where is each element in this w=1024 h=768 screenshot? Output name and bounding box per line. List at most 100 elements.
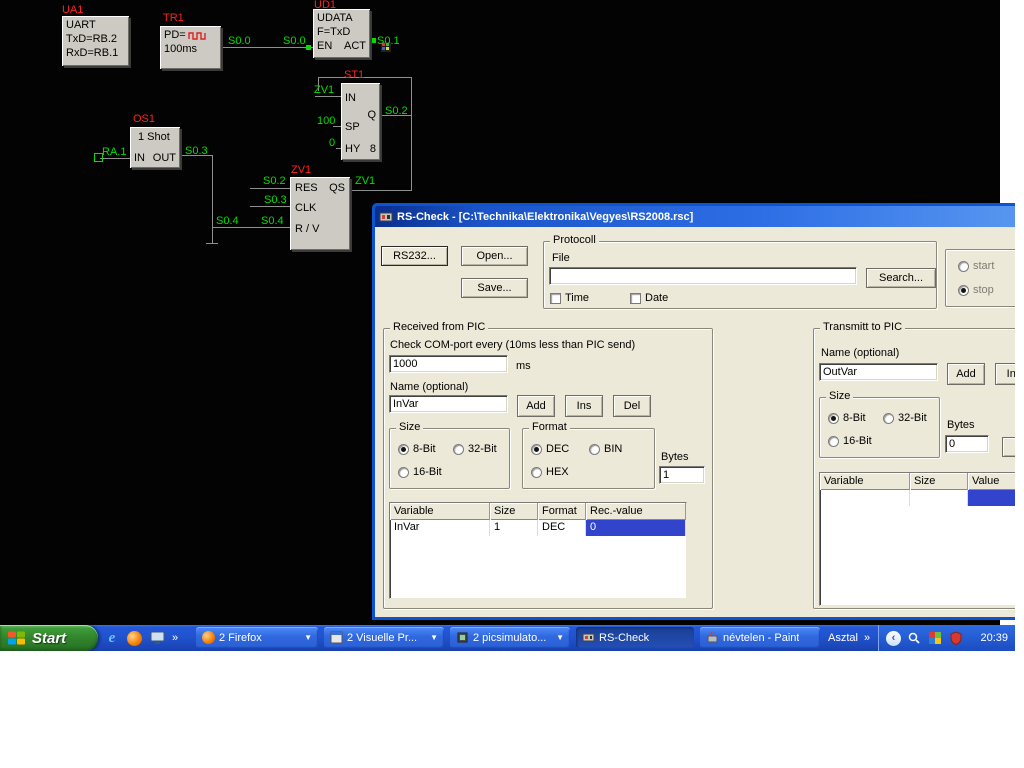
radio-dec[interactable]: DEC	[531, 443, 569, 455]
taskbar-clock[interactable]: 20:39	[980, 632, 1008, 644]
fbd-block-timer[interactable]: PD= 100ms	[160, 26, 221, 69]
radio-16bit[interactable]: 16-Bit	[398, 466, 442, 478]
radio-label: 16-Bit	[413, 466, 442, 478]
group-dropdown-arrow-icon: ▼	[430, 632, 438, 642]
column-header[interactable]: Rec.-value	[586, 503, 686, 520]
quicklaunch-overflow-chevron[interactable]: »	[172, 632, 178, 644]
security-shield-tray-icon[interactable]	[948, 630, 964, 646]
group-legend: Transmitt to PIC	[820, 321, 906, 334]
checkbox-box	[630, 292, 641, 304]
bytes-label: Bytes	[661, 451, 689, 463]
waveform-icon	[188, 30, 206, 41]
cell-variable	[820, 490, 910, 506]
ins-button[interactable]: Ins	[995, 363, 1015, 385]
desktop-toolbar-chevron: »	[863, 632, 871, 644]
hide-icons-chevron[interactable]: ‹	[886, 630, 901, 646]
magnifier-tray-icon[interactable]	[906, 630, 922, 646]
column-header[interactable]: Variable	[820, 473, 910, 490]
date-checkbox[interactable]: Date	[630, 292, 668, 304]
fbd-block-counter[interactable]: RES QS CLK R / V	[290, 177, 350, 250]
desktop-monitor-icon[interactable]	[149, 630, 165, 646]
bytes-input[interactable]	[659, 466, 705, 484]
radio-8bit[interactable]: 8-Bit	[828, 412, 866, 424]
name-input[interactable]	[389, 395, 508, 413]
save-button[interactable]: Save...	[461, 278, 528, 298]
radio-bin[interactable]: BIN	[589, 443, 622, 455]
taskbar-task-rscheck[interactable]: RS-Check	[576, 627, 694, 648]
clipped-button[interactable]	[1002, 437, 1015, 457]
radio-32bit[interactable]: 32-Bit	[453, 443, 497, 455]
start-button[interactable]: Start	[0, 625, 98, 651]
task-label: 2 Firefox	[219, 631, 262, 644]
pin-label: EN	[317, 40, 333, 52]
ins-button[interactable]: Ins	[565, 395, 603, 417]
column-header[interactable]: Size	[490, 503, 538, 520]
column-header[interactable]: Value	[968, 473, 1015, 490]
taskbar-task-visuelle[interactable]: 2 Visuelle Pr... ▼	[324, 627, 444, 648]
add-button[interactable]: Add	[517, 395, 555, 417]
desktop-toolbar-label: Asztal	[828, 632, 858, 644]
search-button[interactable]: Search...	[866, 268, 936, 288]
fbd-block-uart[interactable]: UART TxD=RB.2 RxD=RB.1	[62, 16, 129, 66]
taskbar-task-paint[interactable]: névtelen - Paint	[700, 627, 820, 648]
system-tray: ‹ 20:39	[878, 625, 1015, 651]
desktop-toolbar[interactable]: Asztal »	[828, 632, 870, 644]
column-header[interactable]: Variable	[390, 503, 490, 520]
pin-label: Q	[367, 109, 376, 121]
column-header[interactable]: Size	[910, 473, 968, 490]
name-input[interactable]	[819, 363, 938, 381]
fbd-block-comparator[interactable]: IN SP HY Q 8	[341, 83, 380, 160]
block-text: PD=	[164, 29, 186, 41]
signal-label: S0.1	[377, 35, 400, 47]
radio-dot	[453, 443, 464, 455]
junction-square	[306, 45, 311, 50]
ie-icon[interactable]: e	[104, 630, 120, 646]
pin-label: IN	[345, 92, 356, 104]
radio-16bit[interactable]: 16-Bit	[828, 435, 872, 447]
cell-format: DEC	[538, 520, 586, 536]
fbd-block-oneshot[interactable]: 1 Shot IN OUT	[130, 127, 180, 168]
signal-label: S0.2	[263, 175, 286, 187]
time-checkbox[interactable]: Time	[550, 292, 589, 304]
taskbar-task-picsimulator[interactable]: 2 picsimulato... ▼	[450, 627, 570, 648]
signal-label: ZV1	[355, 175, 376, 187]
pin-label: RES	[295, 182, 318, 194]
wire	[318, 77, 412, 78]
taskbar-task-firefox[interactable]: 2 Firefox ▼	[196, 627, 318, 648]
dialog-body: RS232... Open... Save... Protocoll File …	[375, 227, 1015, 617]
wire	[221, 47, 313, 48]
name-label: Name (optional)	[390, 381, 469, 393]
radio-dot	[398, 466, 409, 478]
radio-8bit[interactable]: 8-Bit	[398, 443, 436, 455]
fbd-block-udata[interactable]: UDATA F=TxD EN ACT	[313, 9, 370, 58]
visuelle-icon	[330, 631, 343, 644]
start-label: Start	[32, 629, 67, 647]
firefox-icon[interactable]	[127, 630, 142, 646]
radio-hex[interactable]: HEX	[531, 466, 569, 478]
stop-radio[interactable]: stop	[958, 284, 994, 296]
radio-32bit[interactable]: 32-Bit	[883, 412, 927, 424]
wire	[212, 227, 290, 228]
rs232-button[interactable]: RS232...	[381, 246, 448, 266]
display-settings-tray-icon[interactable]	[927, 630, 943, 646]
signal-label: S0.4	[216, 215, 239, 227]
file-input[interactable]	[549, 267, 857, 285]
wire	[212, 155, 213, 243]
start-radio[interactable]: start	[958, 260, 994, 272]
table-row[interactable]: InVar 1 DEC 0	[390, 520, 686, 536]
pin-label: IN	[134, 152, 145, 164]
table-row[interactable]	[820, 490, 1015, 506]
wire	[315, 96, 341, 97]
bytes-input[interactable]	[945, 435, 989, 453]
table-header-row: Variable Size Value	[820, 473, 1015, 490]
del-button[interactable]: Del	[613, 395, 651, 417]
open-button[interactable]: Open...	[461, 246, 528, 266]
title-bar[interactable]: RS-Check - [C:\Technika\Elektronika\Vegy…	[375, 206, 1015, 227]
column-header[interactable]: Format	[538, 503, 586, 520]
add-button[interactable]: Add	[947, 363, 985, 385]
interval-input[interactable]	[389, 355, 508, 373]
pin-label: 8	[369, 143, 376, 155]
picsimulator-icon	[456, 631, 469, 644]
size-group: Size 8-Bit 32-Bit 16-Bit	[389, 421, 510, 489]
signal-label: ZV1	[314, 84, 335, 96]
